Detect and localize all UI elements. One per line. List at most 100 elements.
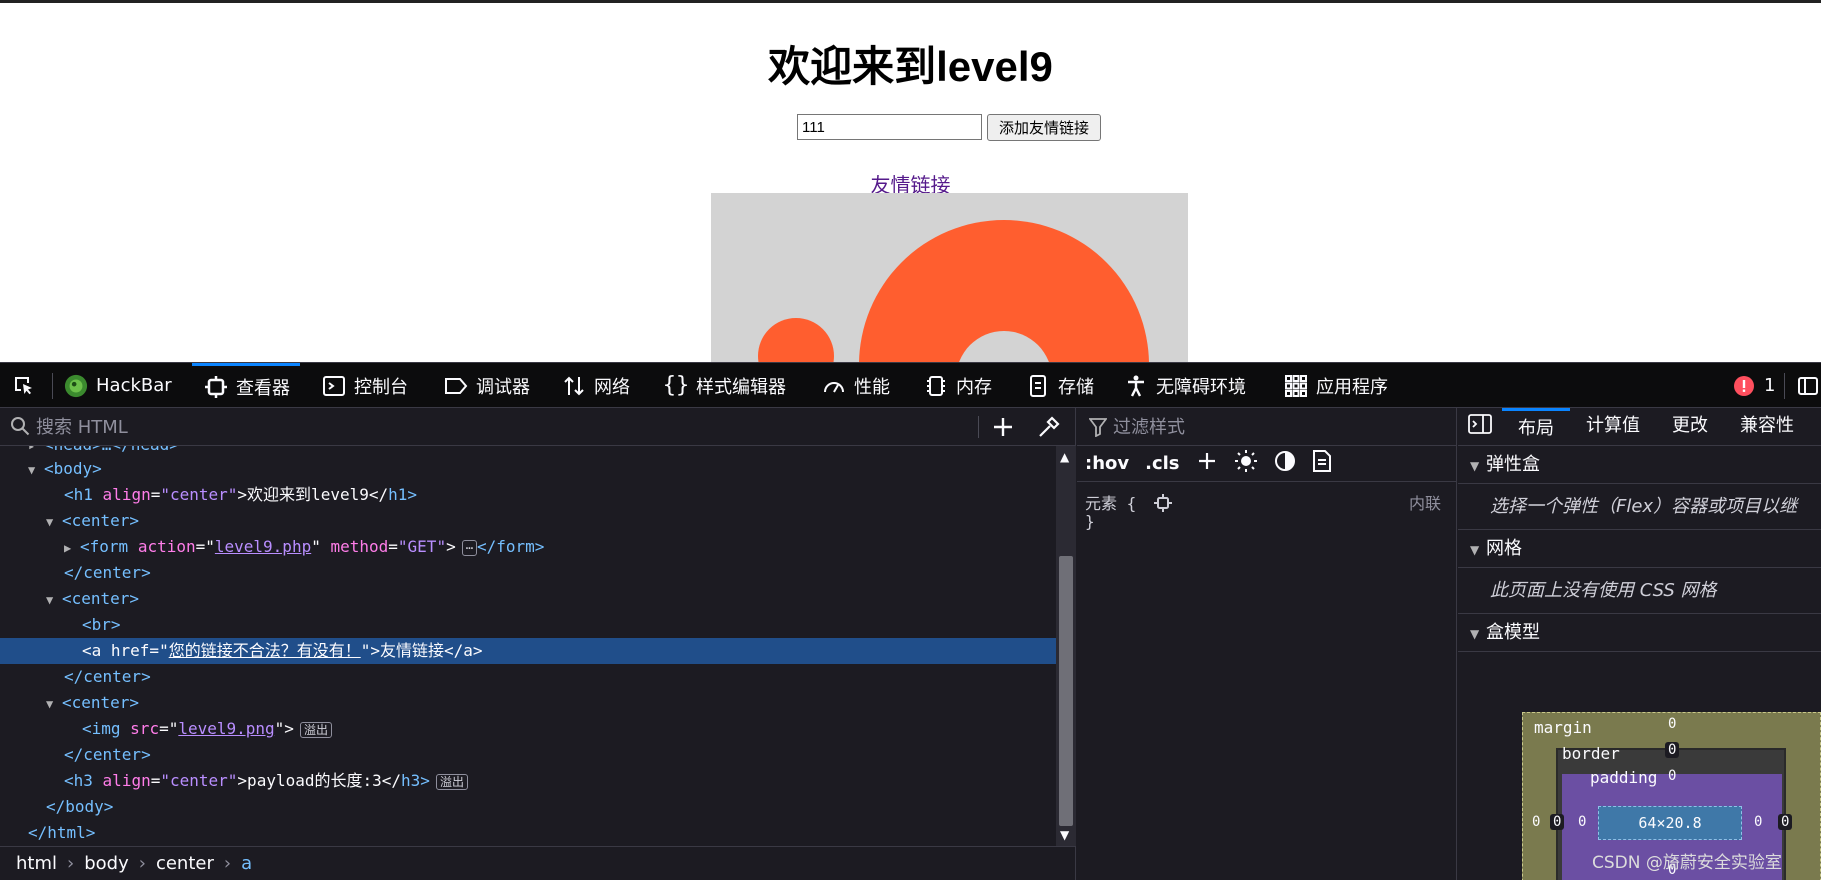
collapse-toggle[interactable]: ▼ xyxy=(46,509,62,535)
sidebar-tabs: 布局 计算值 更改 兼容性 xyxy=(1458,408,1821,446)
dock-options-button[interactable] xyxy=(1796,363,1820,408)
tree-row-center[interactable]: ▼ <center> xyxy=(0,586,1056,612)
tree-row-center-close[interactable]: </center> xyxy=(0,560,1056,586)
scroll-thumb[interactable] xyxy=(1059,556,1073,826)
form-action-link[interactable]: level9.php xyxy=(215,537,311,556)
class-toggle[interactable]: .cls xyxy=(1145,453,1179,474)
memory-icon xyxy=(924,374,948,398)
boxmodel-section-header[interactable]: ▼ 盒模型 xyxy=(1458,614,1821,652)
padding-right-value[interactable]: 0 xyxy=(1754,814,1762,830)
scroll-up-icon[interactable]: ▲ xyxy=(1060,450,1069,464)
tab-application[interactable]: 应用程序 xyxy=(1284,363,1388,408)
scroll-down-icon[interactable]: ▼ xyxy=(1060,828,1069,842)
margin-top-value[interactable]: 0 xyxy=(1668,716,1676,732)
tab-debugger[interactable]: 调试器 xyxy=(444,363,530,408)
collapsed-content-badge[interactable]: ⋯ xyxy=(461,539,477,556)
add-link-button[interactable]: 添加友情链接 xyxy=(987,114,1101,141)
tab-label: HackBar xyxy=(96,375,172,396)
chevron-right-icon: › xyxy=(67,853,75,874)
tree-row-a-selected[interactable]: <a href="您的链接不合法？有没有！">友情链接</a> xyxy=(0,638,1056,664)
tree-row-br[interactable]: <br> xyxy=(0,612,1056,638)
error-counter[interactable]: 1 xyxy=(1732,363,1775,408)
collapse-toggle[interactable]: ▼ xyxy=(1470,615,1486,653)
dark-theme-toggle[interactable] xyxy=(1274,450,1296,477)
border-top-value[interactable]: 0 xyxy=(1665,742,1680,758)
padding-left-value[interactable]: 0 xyxy=(1578,814,1586,830)
overflow-badge[interactable]: 溢出 xyxy=(299,721,332,738)
breadcrumb-item-center[interactable]: center xyxy=(156,853,214,874)
padding-top-value[interactable]: 0 xyxy=(1668,768,1676,784)
node-highlight-icon[interactable] xyxy=(1153,493,1172,516)
search-separator xyxy=(978,416,979,438)
tab-performance[interactable]: 性能 xyxy=(822,363,890,408)
print-media-toggle[interactable] xyxy=(1312,450,1332,477)
accessibility-icon xyxy=(1124,374,1148,398)
tab-network[interactable]: 网络 xyxy=(562,363,630,408)
element-rule-close: } xyxy=(1085,512,1095,531)
margin-label: margin xyxy=(1534,718,1592,737)
style-filter-input[interactable] xyxy=(1113,414,1433,440)
tab-label: 内存 xyxy=(956,376,992,398)
tree-row-center[interactable]: ▼ <center> xyxy=(0,508,1056,534)
html-search-input[interactable] xyxy=(36,414,966,440)
tab-style-editor[interactable]: {} 样式编辑器 xyxy=(662,363,786,408)
tree-row-center-close[interactable]: </center> xyxy=(0,742,1056,768)
tab-inspector[interactable]: 查看器 xyxy=(192,363,300,408)
border-left-value[interactable]: 0 xyxy=(1550,814,1565,830)
tree-row-form[interactable]: ▶ <form action="level9.php" method="GET">… xyxy=(0,534,1056,560)
debugger-icon xyxy=(444,374,468,398)
tree-row-center-close[interactable]: </center> xyxy=(0,664,1056,690)
tab-hackbar[interactable]: HackBar xyxy=(64,363,172,408)
tree-row-html-close[interactable]: </html> xyxy=(0,820,1056,846)
tab-compatibility[interactable]: 兼容性 xyxy=(1724,408,1810,446)
img-src-link[interactable]: level9.png xyxy=(178,719,274,738)
element-picker-button[interactable] xyxy=(12,363,36,408)
collapse-toggle[interactable]: ▼ xyxy=(28,457,44,483)
link-input[interactable] xyxy=(797,114,982,140)
sun-icon xyxy=(1234,450,1257,472)
flexbox-hint: 选择一个弹性（Flex）容器或项目以继 xyxy=(1458,484,1821,530)
tab-accessibility[interactable]: 无障碍环境 xyxy=(1124,363,1246,408)
add-node-button[interactable] xyxy=(990,414,1016,444)
tree-row-img[interactable]: <img src="level9.png"> 溢出 xyxy=(0,716,1056,742)
tree-row-h3[interactable]: <h3 align="center">payload的长度:3</h3> 溢出 xyxy=(0,768,1056,794)
collapse-toggle[interactable]: ▼ xyxy=(1470,447,1486,485)
margin-left-value[interactable]: 0 xyxy=(1532,814,1540,830)
grid-hint: 此页面上没有使用 CSS 网格 xyxy=(1458,568,1821,614)
breadcrumb-item-html[interactable]: html xyxy=(16,853,57,874)
tab-layout[interactable]: 布局 xyxy=(1502,408,1570,446)
collapse-toggle[interactable]: ▼ xyxy=(1470,531,1486,569)
eyedropper-button[interactable] xyxy=(1036,414,1062,444)
tab-label: 应用程序 xyxy=(1316,376,1388,398)
tree-row-h1[interactable]: <h1 align="center">欢迎来到level9</h1> xyxy=(0,482,1056,508)
collapse-toggle[interactable]: ▼ xyxy=(46,691,62,717)
toolbar-separator xyxy=(1784,373,1785,399)
light-theme-toggle[interactable] xyxy=(1234,449,1258,478)
tab-label: 性能 xyxy=(854,376,890,398)
grid-section-header[interactable]: ▼ 网格 xyxy=(1458,530,1821,568)
tab-storage[interactable]: 存储 xyxy=(1026,363,1094,408)
tab-label: 样式编辑器 xyxy=(696,376,786,398)
markup-scrollbar[interactable]: ▲ ▼ xyxy=(1056,446,1076,846)
box-model-content-size[interactable]: 64×20.8 xyxy=(1598,806,1742,840)
tab-changes[interactable]: 更改 xyxy=(1656,408,1724,446)
add-rule-button[interactable] xyxy=(1196,450,1218,477)
tab-console[interactable]: 控制台 xyxy=(322,363,408,408)
tree-row-body[interactable]: ▼ <body> xyxy=(0,456,1056,482)
tree-row-body-close[interactable]: </body> xyxy=(0,794,1056,820)
flexbox-section-header[interactable]: ▼ 弹性盒 xyxy=(1458,446,1821,484)
breadcrumb-item-body[interactable]: body xyxy=(84,853,129,874)
expand-toggle[interactable]: ▶ xyxy=(64,535,80,561)
overflow-badge[interactable]: 溢出 xyxy=(435,773,468,790)
tab-computed[interactable]: 计算值 xyxy=(1570,408,1656,446)
sidebar-toggle[interactable] xyxy=(1458,413,1502,440)
style-editor-icon: {} xyxy=(662,373,690,398)
border-right-value[interactable]: 0 xyxy=(1778,814,1793,830)
hover-state-toggle[interactable]: :hov xyxy=(1085,453,1129,474)
a-href-value[interactable]: 您的链接不合法？有没有！ xyxy=(169,641,361,660)
tree-row-center[interactable]: ▼ <center> xyxy=(0,690,1056,716)
collapse-toggle[interactable]: ▼ xyxy=(46,587,62,613)
breadcrumb-item-a[interactable]: a xyxy=(241,853,252,874)
padding-label: padding xyxy=(1590,768,1658,787)
tab-memory[interactable]: 内存 xyxy=(924,363,992,408)
